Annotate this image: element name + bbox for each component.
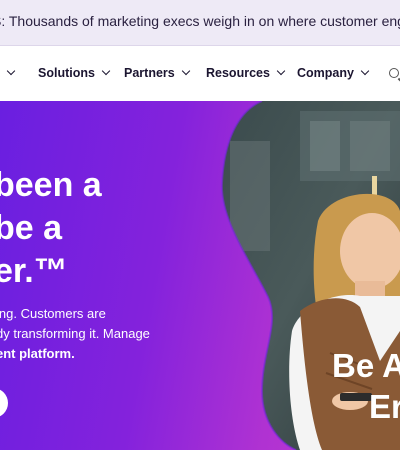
nav-item-label: Solutions: [38, 66, 95, 80]
nav-item-resources[interactable]: Resources: [206, 66, 286, 80]
nav-item-label: Company: [297, 66, 354, 80]
main-nav: t Solutions Partners Resources Company: [0, 46, 400, 101]
nav-item-solutions[interactable]: Solutions: [38, 66, 111, 80]
hero-photo-blob: [220, 101, 400, 450]
nav-item-company[interactable]: Company: [297, 66, 370, 80]
nav-item-partners[interactable]: Partners: [124, 66, 190, 80]
search-icon[interactable]: [389, 68, 399, 78]
announcement-text[interactable]: S: Thousands of marketing execs weigh in…: [0, 13, 400, 29]
chevron-down-icon: [360, 66, 370, 76]
chevron-down-icon: [101, 66, 111, 76]
nav-item-label: Resources: [206, 66, 270, 80]
hero-image: [0, 101, 400, 450]
image-overlay-line: Be A: [332, 347, 400, 384]
image-overlay-line: Er: [369, 388, 400, 425]
nav-item-label: Partners: [124, 66, 175, 80]
hero-section: been a be a er.™ ing. Customers are dy t…: [0, 101, 400, 450]
nav-item-product[interactable]: t: [0, 66, 16, 80]
chevron-down-icon: [276, 66, 286, 76]
chevron-down-icon: [181, 66, 190, 76]
chevron-down-icon: [6, 66, 16, 76]
announcement-banner[interactable]: S: Thousands of marketing execs weigh in…: [0, 0, 400, 46]
